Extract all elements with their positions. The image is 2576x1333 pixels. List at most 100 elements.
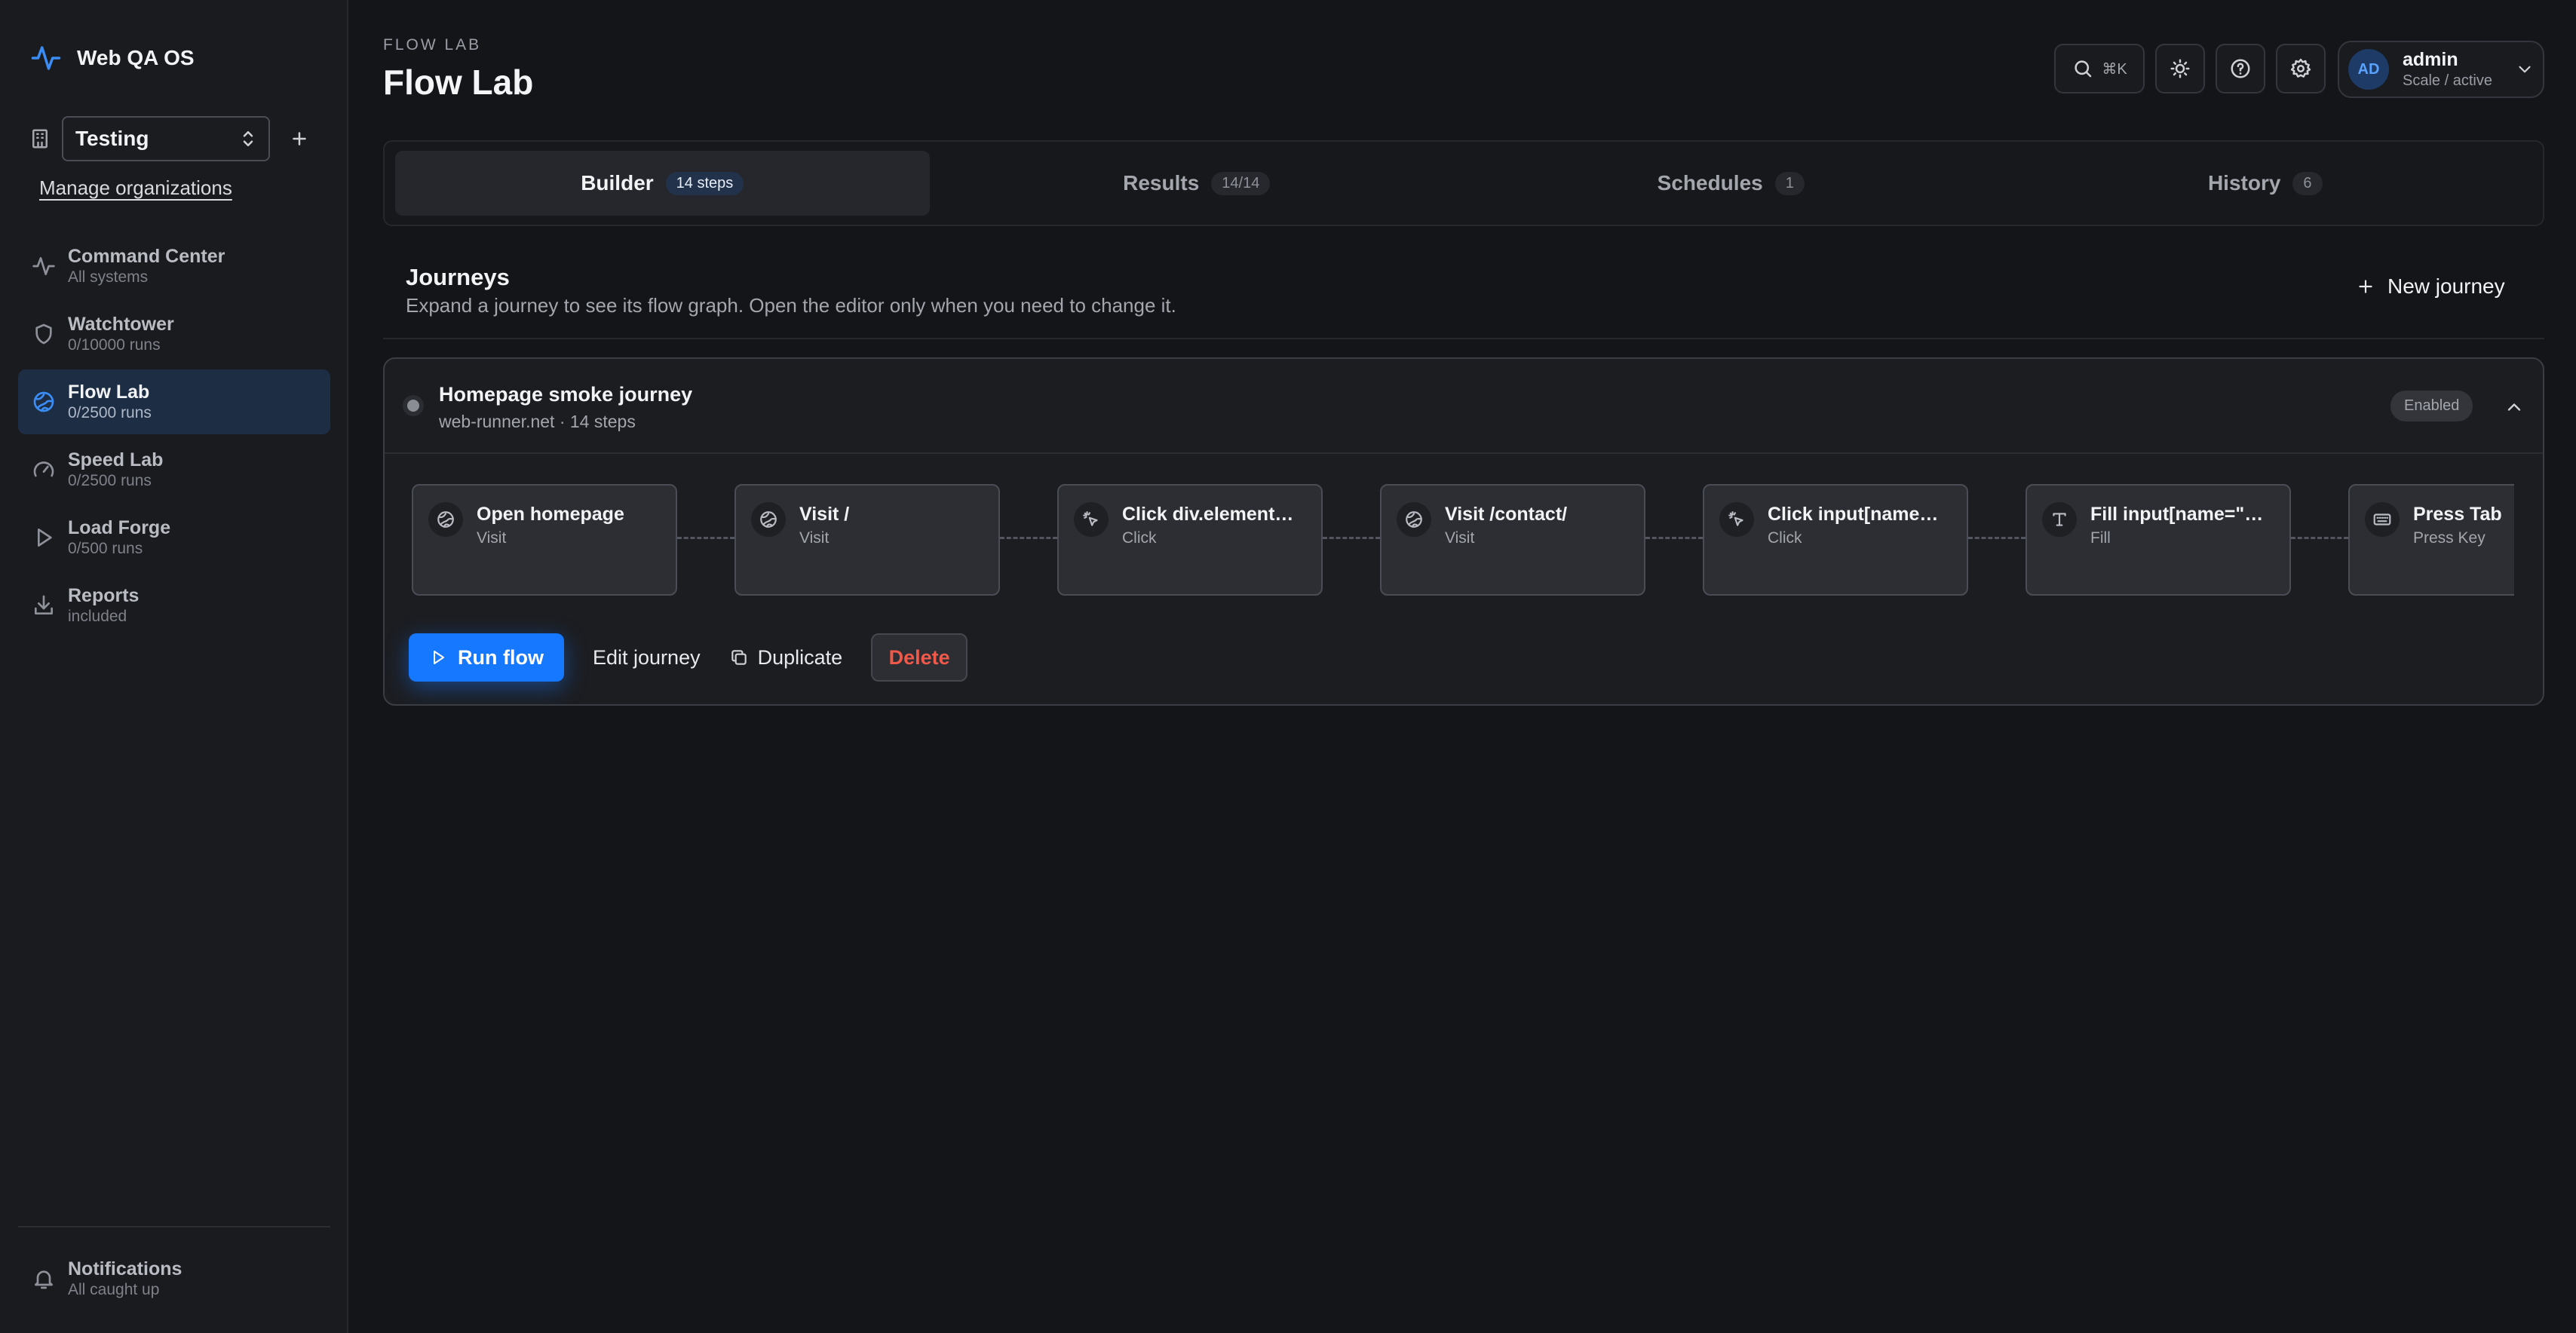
search-icon (2072, 57, 2094, 80)
flow-connector (1000, 537, 1057, 540)
sidebar-item-sub: All systems (68, 268, 149, 286)
sidebar-item-speed-lab[interactable]: Speed Lab 0/2500 runs (18, 437, 330, 502)
tab-badge: 14 steps (665, 171, 744, 195)
add-org-icon[interactable] (288, 127, 311, 150)
edit-journey-label: Edit journey (593, 645, 701, 669)
help-button[interactable] (2216, 44, 2265, 93)
new-journey-button[interactable]: New journey (2356, 274, 2505, 299)
sidebar-item-sub: included (68, 608, 127, 625)
step-title: Fill input[name="… (2090, 504, 2264, 525)
user-plan: Scale / active (2403, 72, 2492, 89)
sidebar-item-watchtower[interactable]: Watchtower 0/10000 runs (18, 302, 330, 366)
flow-connector (1323, 537, 1380, 540)
run-flow-label: Run flow (458, 645, 544, 669)
sidebar-nav: Command Center All systems Watchtower 0/10… (18, 234, 330, 641)
edit-journey-button[interactable]: Edit journey (593, 646, 701, 670)
avatar: AD (2348, 49, 2389, 90)
status-dot (407, 400, 419, 412)
globe-icon (428, 502, 463, 537)
section-divider (383, 338, 2544, 339)
sidebar-item-sub: 0/500 runs (68, 540, 143, 557)
tab-results[interactable]: Results 14/14 (930, 151, 1464, 216)
plus-icon (2356, 277, 2375, 296)
keyboard-icon (2365, 502, 2400, 537)
journey-card-header[interactable]: Homepage smoke journey web-runner.net · … (385, 359, 2543, 454)
copy-icon (729, 648, 749, 667)
step-type: Press Key (2413, 529, 2486, 547)
notifications-title: Notifications (68, 1258, 182, 1279)
step-title: Open homepage (477, 504, 624, 525)
tab-history[interactable]: History 6 (1998, 151, 2533, 216)
flow-step-node[interactable]: Press Tab Press Key (2348, 484, 2514, 596)
sidebar-item-label: Load Forge (68, 517, 171, 538)
delete-button[interactable]: Delete (871, 633, 968, 682)
sidebar-item-sub: 0/2500 runs (68, 404, 152, 421)
run-flow-button[interactable]: Run flow (409, 633, 564, 682)
play-icon (429, 648, 447, 666)
step-title: Visit / (799, 504, 850, 525)
step-title: Click div.element… (1122, 504, 1294, 525)
bell-icon (32, 1267, 56, 1291)
sidebar-item-label: Flow Lab (68, 382, 150, 403)
flow-graph: Open homepage Visit Visit / Visit Click di… (412, 484, 2514, 597)
tab-label: Builder (581, 171, 654, 195)
gear-icon (2289, 57, 2312, 80)
journey-subtitle: web-runner.net · 14 steps (439, 412, 636, 431)
flow-step-node[interactable]: Fill input[name="… Fill (2026, 484, 2291, 596)
journeys-description: Expand a journey to see its flow graph. … (406, 294, 1176, 317)
flow-step-node[interactable]: Visit /contact/Visit (1380, 484, 1645, 596)
page-title: Flow Lab (383, 63, 534, 102)
shield-icon (32, 322, 56, 346)
user-menu-button[interactable]: AD admin Scale / active (2338, 41, 2544, 98)
flow-step-node[interactable]: Open homepage Visit (412, 484, 677, 596)
sidebar-item-label: Watchtower (68, 314, 174, 335)
sidebar-item-reports[interactable]: Reports included (18, 573, 330, 638)
play-icon (32, 526, 56, 550)
journey-title: Homepage smoke journey (439, 383, 693, 406)
theme-toggle-button[interactable] (2155, 44, 2205, 93)
help-icon (2229, 57, 2252, 80)
flow-connector (2291, 537, 2348, 540)
brand[interactable]: Web QA OS (30, 42, 195, 74)
step-title: Click input[name… (1768, 504, 1939, 525)
duplicate-button[interactable]: Duplicate (729, 646, 842, 670)
flow-step-node[interactable]: Click input[name… Click (1703, 484, 1968, 596)
flow-step-node[interactable]: Visit / Visit (734, 484, 1000, 596)
pointer-click-icon (1074, 502, 1109, 537)
journeys-heading: Journeys (406, 264, 510, 290)
notifications-sub: All caught up (68, 1281, 160, 1298)
chevron-updown-icon (240, 127, 256, 150)
step-type: Click (1768, 529, 1802, 547)
step-type: Visit (1445, 529, 1475, 547)
sidebar-item-label: Speed Lab (68, 449, 164, 470)
sidebar-item-label: Reports (68, 585, 140, 606)
settings-button[interactable] (2276, 44, 2326, 93)
step-type: Fill (2090, 529, 2111, 547)
chevron-up-icon[interactable] (2504, 397, 2525, 418)
flow-connector (1968, 537, 2026, 540)
org-select[interactable]: Testing (62, 116, 270, 161)
flow-connector (1645, 537, 1703, 540)
flow-step-node[interactable]: Click div.element… Click (1057, 484, 1323, 596)
globe-icon (751, 502, 786, 537)
step-type: Click (1122, 529, 1157, 547)
status-badge: Enabled (2390, 391, 2473, 421)
tab-builder[interactable]: Builder 14 steps (395, 151, 930, 216)
tab-schedules[interactable]: Schedules 1 (1464, 151, 1998, 216)
tab-bar: Builder 14 steps Results 14/14 Schedules… (383, 140, 2544, 226)
user-name: admin (2403, 49, 2458, 70)
sidebar-item-load-forge[interactable]: Load Forge 0/500 runs (18, 505, 330, 570)
search-button[interactable]: ⌘K (2054, 44, 2145, 93)
step-type: Visit (799, 529, 830, 547)
activity-icon (32, 254, 56, 278)
tab-label: Results (1123, 171, 1200, 195)
sidebar-item-flow-lab[interactable]: Flow Lab 0/2500 runs (18, 369, 330, 434)
notifications-item[interactable]: Notifications All caught up (32, 1258, 182, 1300)
new-journey-label: New journey (2387, 274, 2505, 298)
sidebar-item-sub: 0/2500 runs (68, 472, 152, 489)
manage-organizations-link[interactable]: Manage organizations (39, 176, 232, 200)
sidebar-item-command-center[interactable]: Command Center All systems (18, 234, 330, 299)
tab-badge: 1 (1774, 171, 1805, 195)
sun-icon (2169, 57, 2191, 80)
globe-icon (1397, 502, 1431, 537)
